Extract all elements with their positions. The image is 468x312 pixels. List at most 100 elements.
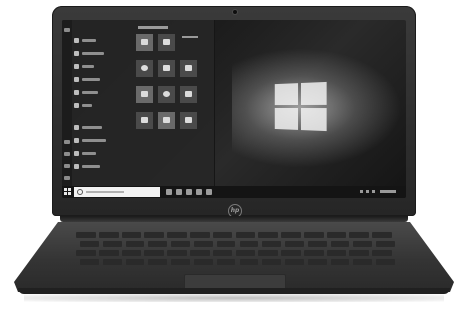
windows-start-icon[interactable] [64, 188, 72, 196]
keyboard-key[interactable] [144, 250, 165, 256]
keyboard-key[interactable] [326, 250, 347, 256]
keyboard-key[interactable] [307, 241, 327, 247]
list-item[interactable] [74, 162, 130, 172]
keyboard-key[interactable] [216, 241, 236, 247]
keyboard-key[interactable] [98, 250, 119, 256]
keyboard-key[interactable] [121, 250, 142, 256]
tile-calendar[interactable] [136, 34, 153, 51]
keyboard-key[interactable] [80, 241, 99, 247]
tile-photos[interactable] [158, 60, 175, 77]
keyboard-key[interactable] [326, 232, 347, 238]
keyboard-key[interactable] [216, 259, 236, 265]
tile-settings[interactable] [180, 86, 197, 103]
list-item[interactable] [74, 123, 130, 133]
keyboard-key[interactable] [239, 259, 259, 265]
keyboard-key[interactable] [76, 250, 96, 256]
keyboard-key[interactable] [102, 259, 122, 265]
list-item[interactable] [74, 36, 130, 46]
keyboard-key[interactable] [167, 232, 187, 238]
keyboard-key[interactable] [148, 259, 168, 265]
keyboard-key[interactable] [285, 259, 304, 265]
keyboard-key[interactable] [80, 259, 99, 265]
keyboard-key[interactable] [148, 241, 168, 247]
maps-icon [163, 91, 170, 97]
settings-icon[interactable] [64, 164, 70, 168]
mail-taskbar-icon[interactable] [206, 189, 212, 195]
tile-weather[interactable] [180, 60, 197, 77]
keyboard-key[interactable] [372, 232, 392, 238]
app-list [74, 36, 130, 175]
keyboard-key[interactable] [239, 241, 259, 247]
keyboard-key[interactable] [262, 259, 282, 265]
keyboard-key[interactable] [76, 232, 96, 238]
file-explorer-icon[interactable] [186, 189, 192, 195]
keyboard-key[interactable] [372, 250, 392, 256]
keyboard-key[interactable] [189, 250, 210, 256]
system-tray[interactable] [360, 190, 400, 194]
keyboard-key[interactable] [281, 232, 301, 238]
keyboard-key[interactable] [376, 259, 395, 265]
keyboard-key[interactable] [121, 232, 142, 238]
list-item[interactable] [74, 62, 130, 72]
keyboard-key[interactable] [125, 259, 145, 265]
music-icon [141, 117, 148, 123]
keyboard-key[interactable] [171, 259, 190, 265]
keyboard-key[interactable] [349, 232, 370, 238]
calendar-icon [141, 39, 148, 45]
list-item[interactable] [74, 101, 130, 111]
keyboard-key[interactable] [193, 241, 213, 247]
keyboard-key[interactable] [144, 232, 165, 238]
keyboard-key[interactable] [193, 259, 213, 265]
keyboard-key[interactable] [376, 241, 395, 247]
keyboard-key[interactable] [258, 232, 279, 238]
keyboard-key[interactable] [349, 250, 370, 256]
tile-store[interactable] [136, 86, 153, 103]
keyboard-key[interactable] [212, 250, 233, 256]
keyboard-key[interactable] [353, 259, 373, 265]
keyboard-key[interactable] [303, 250, 324, 256]
keyboard-key[interactable] [262, 241, 282, 247]
start-menu [62, 20, 215, 186]
keyboard-key[interactable] [125, 241, 145, 247]
tile-maps[interactable] [158, 86, 175, 103]
power-icon[interactable] [64, 176, 70, 180]
tile-office[interactable] [158, 112, 175, 129]
keyboard-key[interactable] [330, 241, 350, 247]
keyboard-key[interactable] [212, 232, 233, 238]
webcam [233, 10, 237, 14]
keyboard-key[interactable] [98, 232, 119, 238]
list-item[interactable] [74, 49, 130, 59]
list-item[interactable] [74, 88, 130, 98]
store-taskbar-icon[interactable] [196, 189, 202, 195]
keyboard-key[interactable] [102, 241, 122, 247]
keyboard-key[interactable] [330, 259, 350, 265]
keyboard-key[interactable] [258, 250, 279, 256]
user-icon[interactable] [64, 140, 70, 144]
mail-icon [163, 39, 170, 45]
tile-edge[interactable] [136, 60, 153, 77]
search-icon [77, 189, 83, 195]
keyboard-key[interactable] [307, 259, 327, 265]
tile-mail[interactable] [158, 34, 175, 51]
menu-icon[interactable] [64, 28, 70, 32]
keyboard-key[interactable] [285, 241, 304, 247]
keyboard-key[interactable] [353, 241, 373, 247]
keyboard-key[interactable] [303, 232, 324, 238]
keyboard-key[interactable] [189, 232, 210, 238]
documents-icon[interactable] [64, 152, 70, 156]
keyboard-key[interactable] [167, 250, 187, 256]
keyboard-key[interactable] [281, 250, 301, 256]
list-item[interactable] [74, 75, 130, 85]
keyboard-key[interactable] [235, 250, 256, 256]
task-view-icon[interactable] [166, 189, 172, 195]
list-item[interactable] [74, 149, 130, 159]
start-menu-rail [62, 20, 72, 186]
settings-tile-icon [185, 91, 192, 97]
list-item[interactable] [74, 136, 130, 146]
browser-taskbar-icon[interactable] [176, 189, 182, 195]
keyboard-key[interactable] [171, 241, 190, 247]
keyboard-key[interactable] [235, 232, 256, 238]
tile-movies[interactable] [180, 112, 197, 129]
tile-music[interactable] [136, 112, 153, 129]
search-input[interactable] [74, 187, 160, 197]
